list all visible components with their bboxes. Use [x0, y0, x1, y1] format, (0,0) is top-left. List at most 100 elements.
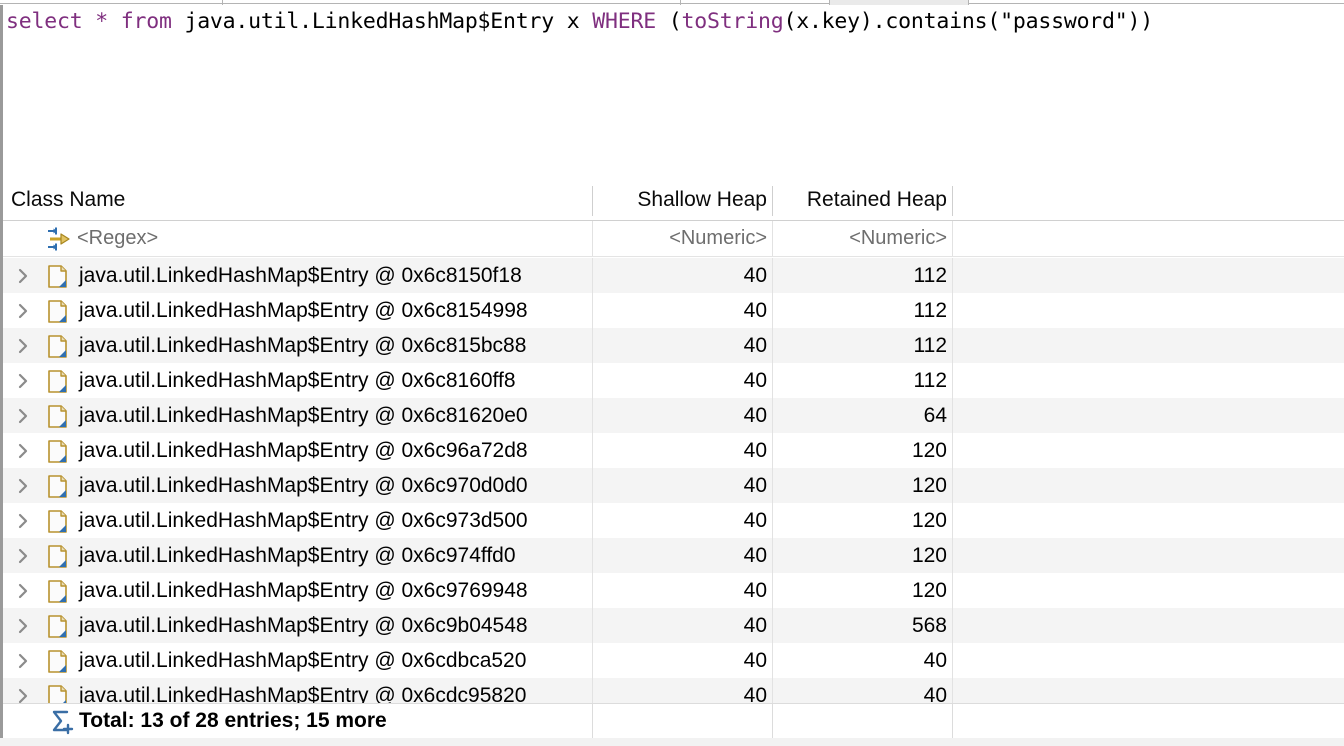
- row-separator-1: [592, 433, 593, 468]
- chevron-right-icon[interactable]: [16, 372, 32, 390]
- java-object-icon: [47, 440, 69, 463]
- tab-segment-1[interactable]: [0, 0, 222, 4]
- filter-class-name-input[interactable]: <Regex>: [77, 221, 577, 256]
- table-row[interactable]: java.util.LinkedHashMap$Entry @ 0x6c8154…: [3, 293, 1344, 328]
- query-token-select: select: [6, 9, 83, 34]
- row-separator-3: [952, 398, 953, 433]
- row-separator-2: [772, 503, 773, 538]
- table-row[interactable]: java.util.LinkedHashMap$Entry @ 0x6c970d…: [3, 468, 1344, 503]
- chevron-right-icon[interactable]: [16, 547, 32, 565]
- tab-segment-3[interactable]: [681, 0, 829, 4]
- cell-class-name: java.util.LinkedHashMap$Entry @ 0x6c8160…: [79, 369, 516, 392]
- row-separator-3: [952, 293, 953, 328]
- total-separator-1: [592, 704, 593, 738]
- table-row[interactable]: java.util.LinkedHashMap$Entry @ 0x6c8150…: [3, 258, 1344, 293]
- cell-shallow-heap: 40: [743, 649, 767, 672]
- query-token-from: from: [120, 9, 172, 34]
- java-object-icon: [47, 510, 69, 533]
- row-separator-2: [772, 538, 773, 573]
- table-total-row[interactable]: Total: 13 of 28 entries; 15 more: [3, 703, 1344, 738]
- row-separator-3: [952, 503, 953, 538]
- java-object-icon: [47, 370, 69, 393]
- results-table[interactable]: Class Name Shallow Heap Retained Heap <R…: [0, 180, 1344, 738]
- chevron-right-icon[interactable]: [16, 302, 32, 320]
- query-token-where: WHERE: [592, 9, 656, 34]
- table-row[interactable]: java.util.LinkedHashMap$Entry @ 0x6c9769…: [3, 573, 1344, 608]
- table-filter-row[interactable]: <Regex> <Numeric> <Numeric>: [3, 221, 1344, 257]
- cell-class-name: java.util.LinkedHashMap$Entry @ 0x6c9b04…: [79, 614, 528, 637]
- row-separator-2: [772, 643, 773, 678]
- chevron-right-icon[interactable]: [16, 407, 32, 425]
- row-separator-1: [592, 363, 593, 398]
- cell-retained-heap: 112: [913, 334, 947, 357]
- table-row[interactable]: java.util.LinkedHashMap$Entry @ 0x6c974f…: [3, 538, 1344, 573]
- column-header-class-name[interactable]: Class Name: [11, 180, 581, 220]
- row-separator-3: [952, 538, 953, 573]
- cell-retained-heap: 112: [913, 299, 947, 322]
- row-separator-2: [772, 258, 773, 293]
- java-object-icon: [47, 300, 69, 323]
- row-separator-2: [772, 363, 773, 398]
- cell-shallow-heap: 40: [743, 439, 767, 462]
- header-separator-1[interactable]: [592, 186, 593, 216]
- chevron-right-icon[interactable]: [16, 582, 32, 600]
- row-separator-1: [592, 258, 593, 293]
- header-separator-2[interactable]: [772, 186, 773, 216]
- cell-class-name: java.util.LinkedHashMap$Entry @ 0x6c970d…: [79, 474, 528, 497]
- row-separator-3: [952, 608, 953, 643]
- header-separator-3[interactable]: [952, 186, 953, 216]
- query-editor[interactable]: select * from java.util.LinkedHashMap$En…: [0, 5, 1344, 180]
- table-row[interactable]: java.util.LinkedHashMap$Entry @ 0x6c973d…: [3, 503, 1344, 538]
- cell-shallow-heap: 40: [743, 614, 767, 637]
- chevron-right-icon[interactable]: [16, 337, 32, 355]
- cell-class-name: java.util.LinkedHashMap$Entry @ 0x6c9769…: [79, 579, 528, 602]
- row-separator-1: [592, 328, 593, 363]
- column-header-retained-heap[interactable]: Retained Heap: [782, 180, 947, 220]
- chevron-right-icon[interactable]: [16, 267, 32, 285]
- java-object-icon: [47, 265, 69, 288]
- row-separator-3: [952, 468, 953, 503]
- chevron-right-icon[interactable]: [16, 512, 32, 530]
- filter-regex-icon: [47, 226, 73, 253]
- cell-class-name: java.util.LinkedHashMap$Entry @ 0x6c96a7…: [79, 439, 528, 462]
- chevron-right-icon[interactable]: [16, 652, 32, 670]
- table-row[interactable]: java.util.LinkedHashMap$Entry @ 0x6c8162…: [3, 398, 1344, 433]
- query-token-space-2: [108, 9, 121, 34]
- total-label: Total: 13 of 28 entries; 15 more: [79, 709, 387, 732]
- cell-retained-heap: 112: [913, 369, 947, 392]
- filter-separator-1: [592, 221, 593, 256]
- row-separator-1: [592, 608, 593, 643]
- query-token-space-1: [82, 9, 95, 34]
- table-row[interactable]: java.util.LinkedHashMap$Entry @ 0x6c9b04…: [3, 608, 1344, 643]
- row-separator-3: [952, 643, 953, 678]
- cell-shallow-heap: 40: [743, 544, 767, 567]
- row-separator-2: [772, 468, 773, 503]
- tab-segment-2[interactable]: [223, 0, 680, 4]
- cell-retained-heap: 120: [911, 439, 947, 462]
- tab-segment-5[interactable]: [969, 0, 1344, 4]
- chevron-right-icon[interactable]: [16, 617, 32, 635]
- table-row[interactable]: java.util.LinkedHashMap$Entry @ 0x6c815b…: [3, 328, 1344, 363]
- cell-class-name: java.util.LinkedHashMap$Entry @ 0x6c973d…: [79, 509, 528, 532]
- cell-shallow-heap: 40: [743, 474, 767, 497]
- chevron-right-icon[interactable]: [16, 442, 32, 460]
- table-row[interactable]: java.util.LinkedHashMap$Entry @ 0x6c8160…: [3, 363, 1344, 398]
- table-row[interactable]: java.util.LinkedHashMap$Entry @ 0x6cdbca…: [3, 643, 1344, 678]
- java-object-icon: [47, 335, 69, 358]
- row-separator-2: [772, 433, 773, 468]
- cell-shallow-heap: 40: [743, 369, 767, 392]
- row-separator-1: [592, 538, 593, 573]
- filter-shallow-heap-input[interactable]: <Numeric>: [602, 221, 767, 256]
- chevron-right-icon[interactable]: [16, 477, 32, 495]
- cell-class-name: java.util.LinkedHashMap$Entry @ 0x6c815b…: [79, 334, 527, 357]
- table-row[interactable]: java.util.LinkedHashMap$Entry @ 0x6c96a7…: [3, 433, 1344, 468]
- cell-shallow-heap: 40: [743, 579, 767, 602]
- row-separator-2: [772, 608, 773, 643]
- filter-retained-heap-input[interactable]: <Numeric>: [782, 221, 947, 256]
- query-text[interactable]: select * from java.util.LinkedHashMap$En…: [6, 7, 1153, 37]
- column-header-shallow-heap[interactable]: Shallow Heap: [602, 180, 767, 220]
- total-separator-2: [772, 704, 773, 738]
- cell-retained-heap: 568: [911, 614, 947, 637]
- java-object-icon: [47, 650, 69, 673]
- java-object-icon: [47, 545, 69, 568]
